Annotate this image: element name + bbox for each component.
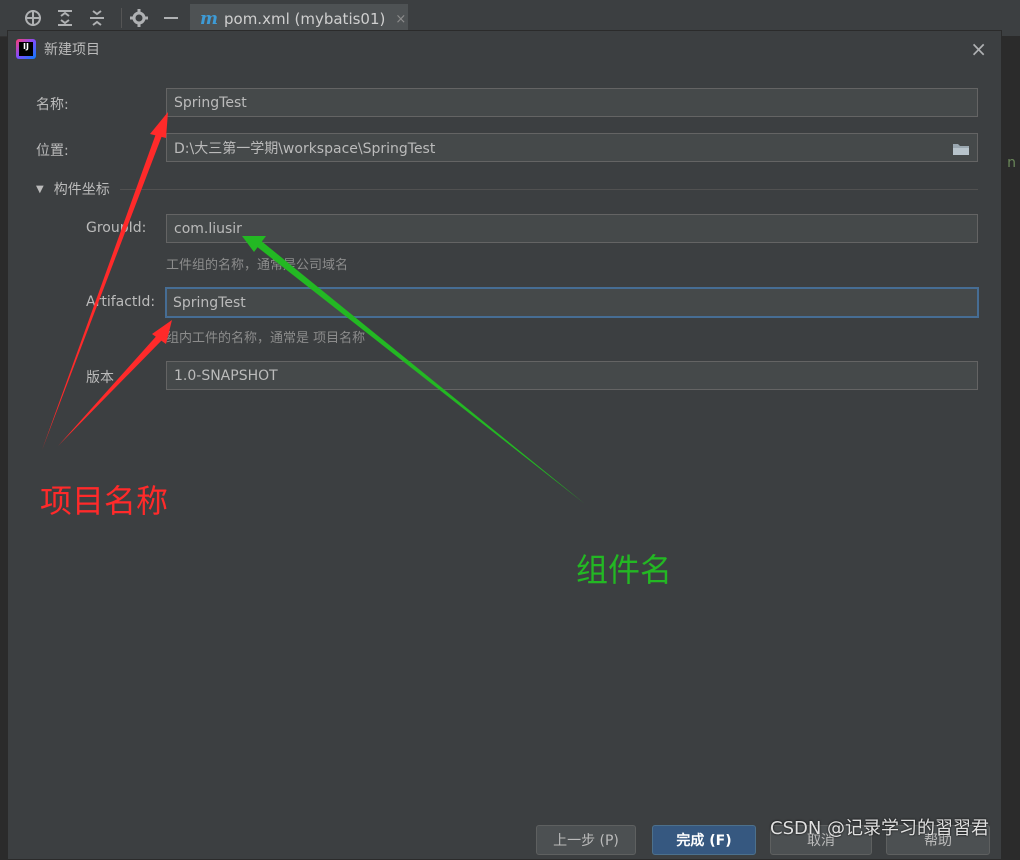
annotation-project-name: 项目名称 [40, 482, 169, 520]
red-arrow-to-artifactid [58, 320, 172, 446]
red-arrow-to-name [42, 112, 168, 450]
green-arrow-to-groupid [242, 236, 585, 504]
annotation-arrows [42, 112, 585, 504]
csdn-watermark: CSDN @记录学习的習習君 [770, 818, 990, 839]
annotation-component-name: 组件名 [576, 551, 673, 589]
